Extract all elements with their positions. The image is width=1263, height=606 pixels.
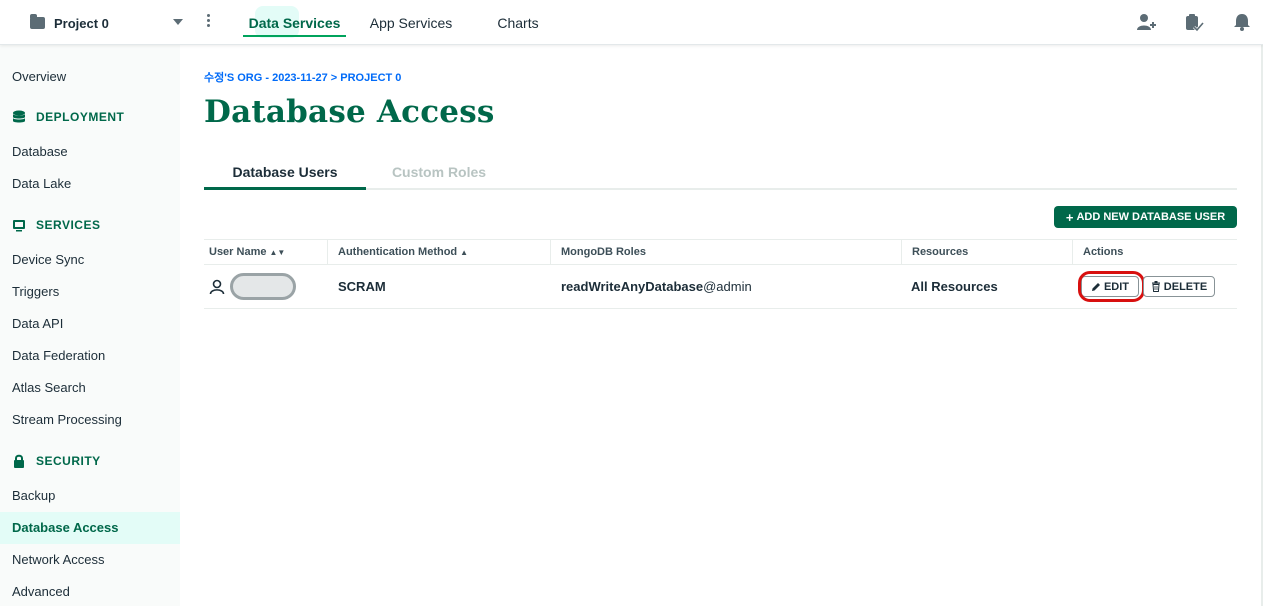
sidebar: Overview DEPLOYMENT Database Data Lake S… [0, 45, 180, 606]
top-navigation-bar: Project 0 Data Services App Services Cha… [0, 0, 1263, 45]
project-selector[interactable]: Project 0 [30, 12, 109, 34]
task-list-icon[interactable] [1184, 12, 1204, 32]
username-redacted[interactable] [230, 273, 296, 300]
tab-database-users[interactable]: Database Users [204, 160, 366, 190]
table-row: SCRAM readWriteAnyDatabase@admin All Res… [204, 265, 1237, 309]
tab-custom-roles[interactable]: Custom Roles [374, 160, 504, 190]
sidebar-item-stream-processing[interactable]: Stream Processing [0, 404, 180, 436]
sidebar-item-network-access[interactable]: Network Access [0, 544, 180, 576]
delete-button[interactable]: DELETE [1143, 276, 1215, 297]
sidebar-item-database[interactable]: Database [0, 136, 180, 168]
sidebar-item-data-lake[interactable]: Data Lake [0, 168, 180, 200]
sidebar-heading-label: SERVICES [36, 218, 101, 232]
plus-icon: + [1065, 209, 1074, 225]
header-mongodb-roles: MongoDB Roles [550, 240, 901, 265]
sidebar-item-database-access[interactable]: Database Access [0, 512, 180, 544]
lock-icon [14, 454, 24, 468]
database-users-table: User Name ▲▼ Authentication Method ▲ Mongo… [204, 239, 1237, 309]
sidebar-heading-label: SECURITY [36, 454, 101, 468]
nav-charts[interactable]: Charts [488, 0, 548, 45]
nav-data-services[interactable]: Data Services [243, 0, 346, 45]
page-title: Database Access [204, 94, 495, 130]
table-header: User Name ▲▼ Authentication Method ▲ Mongo… [204, 239, 1237, 265]
header-label: User Name [209, 246, 267, 258]
role-name: readWriteAnyDatabase [561, 279, 704, 294]
roles-cell: readWriteAnyDatabase@admin [561, 265, 752, 308]
services-icon [13, 220, 25, 232]
sidebar-item-triggers[interactable]: Triggers [0, 276, 180, 308]
invite-user-icon[interactable] [1136, 12, 1156, 32]
sidebar-heading-label: DEPLOYMENT [36, 110, 125, 124]
resources-cell: All Resources [911, 279, 998, 294]
header-label: Authentication Method [338, 246, 458, 258]
sidebar-item-backup[interactable]: Backup [0, 480, 180, 512]
edit-highlight-annotation [1078, 271, 1145, 302]
sidebar-item-device-sync[interactable]: Device Sync [0, 244, 180, 276]
header-resources: Resources [901, 240, 1072, 265]
project-name: Project 0 [54, 15, 109, 31]
sort-both-icon[interactable]: ▲▼ [269, 248, 285, 257]
add-database-user-button[interactable]: + ADD NEW DATABASE USER [1054, 206, 1237, 228]
role-db: @admin [703, 279, 752, 294]
add-database-user-label: ADD NEW DATABASE USER [1076, 211, 1226, 223]
sidebar-item-data-federation[interactable]: Data Federation [0, 340, 180, 372]
sidebar-item-atlas-search[interactable]: Atlas Search [0, 372, 180, 404]
sidebar-item-data-api[interactable]: Data API [0, 308, 180, 340]
trash-icon [1151, 281, 1160, 292]
header-user-name: User Name ▲▼ [204, 240, 327, 265]
notifications-bell-icon[interactable] [1232, 12, 1252, 32]
folder-icon [30, 14, 45, 29]
sidebar-item-advanced[interactable]: Advanced [0, 576, 180, 606]
nav-app-services[interactable]: App Services [362, 0, 460, 45]
database-icon [13, 110, 25, 123]
user-icon [209, 279, 225, 295]
sidebar-heading-services: SERVICES [12, 215, 100, 235]
sidebar-heading-security: SECURITY [12, 451, 101, 471]
sidebar-item-overview[interactable]: Overview [0, 61, 180, 93]
breadcrumb[interactable]: 수정'S ORG - 2023-11-27 > PROJECT 0 [204, 69, 401, 85]
sidebar-heading-deployment: DEPLOYMENT [12, 107, 124, 127]
delete-label: DELETE [1163, 280, 1208, 293]
project-dropdown-caret-icon[interactable] [173, 19, 183, 25]
header-auth-method: Authentication Method ▲ [327, 240, 550, 265]
auth-method-cell: SCRAM [338, 279, 386, 294]
sort-ascending-icon[interactable]: ▲ [460, 248, 468, 257]
tab-bar: Database Users Custom Roles [204, 160, 1237, 190]
header-actions: Actions [1072, 240, 1237, 265]
more-options-icon[interactable] [204, 14, 212, 30]
